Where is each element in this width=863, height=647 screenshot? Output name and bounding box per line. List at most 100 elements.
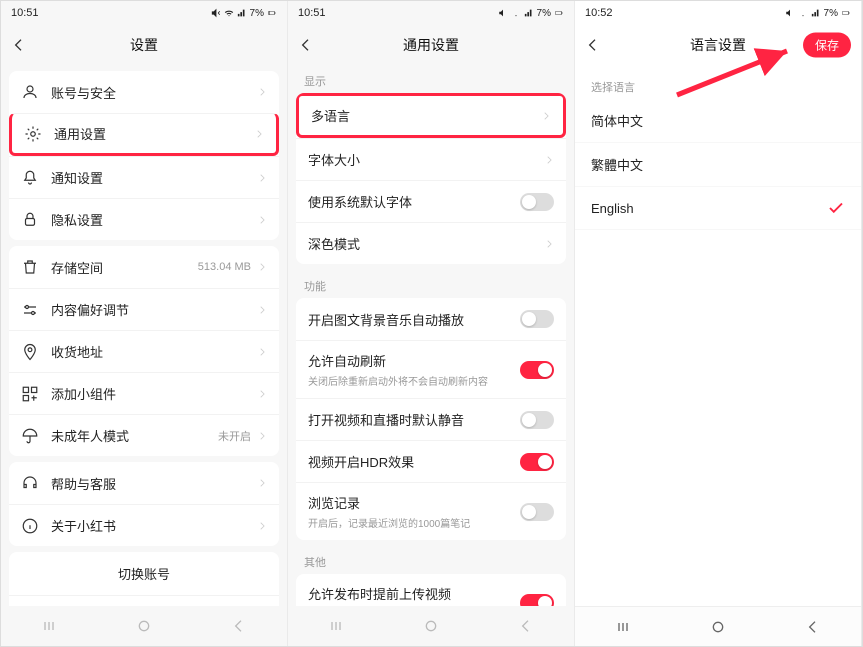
battery-text: 7% xyxy=(537,8,551,19)
row-label: 通用设置 xyxy=(54,124,254,143)
toggle-mute[interactable] xyxy=(520,411,554,429)
back-nav-icon[interactable] xyxy=(231,618,247,634)
row-hdr[interactable]: 视频开启HDR效果 xyxy=(296,440,566,482)
row-shipping-address[interactable]: 收货地址 xyxy=(9,330,279,372)
mute-icon xyxy=(785,8,795,18)
row-default-mute[interactable]: 打开视频和直播时默认静音 xyxy=(296,398,566,440)
row-label: 收货地址 xyxy=(51,342,257,361)
title-bar: 设置 xyxy=(1,25,287,65)
recent-icon[interactable] xyxy=(615,619,631,635)
section-other: 其他 xyxy=(288,546,574,574)
chevron-right-icon xyxy=(254,129,264,139)
row-label: 未成年人模式 xyxy=(51,426,218,445)
home-icon[interactable] xyxy=(423,618,439,634)
wifi-icon xyxy=(224,8,234,18)
chevron-right-icon xyxy=(257,305,267,315)
battery-icon xyxy=(841,8,851,18)
status-right: 7% xyxy=(211,8,277,19)
chevron-right-icon xyxy=(544,155,554,165)
slider-icon xyxy=(21,301,39,319)
lang-simplified[interactable]: 简体中文 xyxy=(575,99,861,143)
section-language: 选择语言 xyxy=(575,65,861,99)
page-title: 设置 xyxy=(130,35,158,55)
row-label: 通知设置 xyxy=(51,168,257,187)
bell-icon xyxy=(21,169,39,187)
row-font-size[interactable]: 字体大小 xyxy=(296,138,566,180)
panel-language-settings: 10:52 7% 语言设置 保存 选择语言 简体中文 繁體中文 English xyxy=(575,1,862,646)
row-label: 帮助与客服 xyxy=(51,474,257,493)
headset-icon xyxy=(21,474,39,492)
signal-icon xyxy=(237,8,247,18)
row-storage[interactable]: 存储空间 513.04 MB xyxy=(9,246,279,288)
back-nav-icon[interactable] xyxy=(518,618,534,634)
save-button[interactable]: 保存 xyxy=(803,33,851,58)
android-navbar xyxy=(575,606,861,646)
chevron-right-icon xyxy=(257,262,267,272)
toggle-bgm[interactable] xyxy=(520,310,554,328)
status-bar: 10:51 7% xyxy=(288,1,574,25)
func-group: 开启图文背景音乐自动播放 允许自动刷新 关闭后除重新启动外将不会自动刷新内容 打… xyxy=(296,298,566,540)
status-right: 7% xyxy=(785,8,851,19)
lang-traditional[interactable]: 繁體中文 xyxy=(575,143,861,187)
back-icon[interactable] xyxy=(298,37,314,53)
lang-english[interactable]: English xyxy=(575,187,861,230)
chevron-right-icon xyxy=(257,389,267,399)
row-label: 字体大小 xyxy=(308,150,544,169)
status-bar: 10:52 7% xyxy=(575,1,861,25)
row-auto-refresh[interactable]: 允许自动刷新 关闭后除重新启动外将不会自动刷新内容 xyxy=(296,340,566,398)
chevron-right-icon xyxy=(541,111,551,121)
android-navbar xyxy=(288,606,574,646)
settings-group-general: 存储空间 513.04 MB 内容偏好调节 收货地址 添加小组件 未成年人模式 … xyxy=(9,246,279,456)
back-icon[interactable] xyxy=(585,37,601,53)
battery-text: 7% xyxy=(250,8,264,19)
row-sublabel: 开启后，记录最近浏览的1000篇笔记 xyxy=(308,515,520,530)
back-icon[interactable] xyxy=(11,37,27,53)
toggle-system-font[interactable] xyxy=(520,193,554,211)
row-system-font[interactable]: 使用系统默认字体 xyxy=(296,180,566,222)
row-privacy-settings[interactable]: 隐私设置 xyxy=(9,198,279,240)
row-label: 打开视频和直播时默认静音 xyxy=(308,410,520,429)
panel-general-settings: 10:51 7% 通用设置 显示 多语言 字体大小 使用系统默认字体 深色模式 xyxy=(288,1,575,646)
signal-icon xyxy=(811,8,821,18)
android-navbar xyxy=(1,606,287,646)
user-icon xyxy=(21,83,39,101)
settings-group-account: 账号与安全 通用设置 通知设置 隐私设置 xyxy=(9,71,279,240)
lang-label: English xyxy=(591,201,634,216)
row-label: 多语言 xyxy=(311,106,541,125)
wifi-icon xyxy=(511,8,521,18)
mute-icon xyxy=(498,8,508,18)
row-help[interactable]: 帮助与客服 xyxy=(9,462,279,504)
row-account-security[interactable]: 账号与安全 xyxy=(9,71,279,113)
row-about[interactable]: 关于小红书 xyxy=(9,504,279,546)
row-label: 使用系统默认字体 xyxy=(308,192,520,211)
home-icon[interactable] xyxy=(710,619,726,635)
page-title: 语言设置 xyxy=(690,35,746,55)
home-icon[interactable] xyxy=(136,618,152,634)
section-display: 显示 xyxy=(288,65,574,93)
back-nav-icon[interactable] xyxy=(805,619,821,635)
row-sublabel: 关闭后除重新启动外将不会自动刷新内容 xyxy=(308,373,520,388)
status-bar: 10:51 7% xyxy=(1,1,287,25)
status-time: 10:51 xyxy=(11,7,39,19)
toggle-hdr[interactable] xyxy=(520,453,554,471)
row-label: 允许自动刷新 xyxy=(308,351,520,370)
row-minor-mode[interactable]: 未成年人模式 未开启 xyxy=(9,414,279,456)
row-notification-settings[interactable]: 通知设置 xyxy=(9,156,279,198)
row-content-preference[interactable]: 内容偏好调节 xyxy=(9,288,279,330)
row-language[interactable]: 多语言 xyxy=(296,93,566,138)
row-bgm-autoplay[interactable]: 开启图文背景音乐自动播放 xyxy=(296,298,566,340)
row-history[interactable]: 浏览记录 开启后，记录最近浏览的1000篇笔记 xyxy=(296,482,566,540)
toggle-history[interactable] xyxy=(520,503,554,521)
chevron-right-icon xyxy=(257,215,267,225)
row-general-settings[interactable]: 通用设置 xyxy=(9,113,279,156)
row-label: 允许发布时提前上传视频 xyxy=(308,584,520,603)
row-dark-mode[interactable]: 深色模式 xyxy=(296,222,566,264)
recent-icon[interactable] xyxy=(328,618,344,634)
signal-icon xyxy=(524,8,534,18)
row-add-widget[interactable]: 添加小组件 xyxy=(9,372,279,414)
row-label: 视频开启HDR效果 xyxy=(308,452,520,471)
recent-icon[interactable] xyxy=(41,618,57,634)
lang-label: 简体中文 xyxy=(591,111,643,130)
switch-account-button[interactable]: 切换账号 xyxy=(9,552,279,595)
toggle-auto-refresh[interactable] xyxy=(520,361,554,379)
